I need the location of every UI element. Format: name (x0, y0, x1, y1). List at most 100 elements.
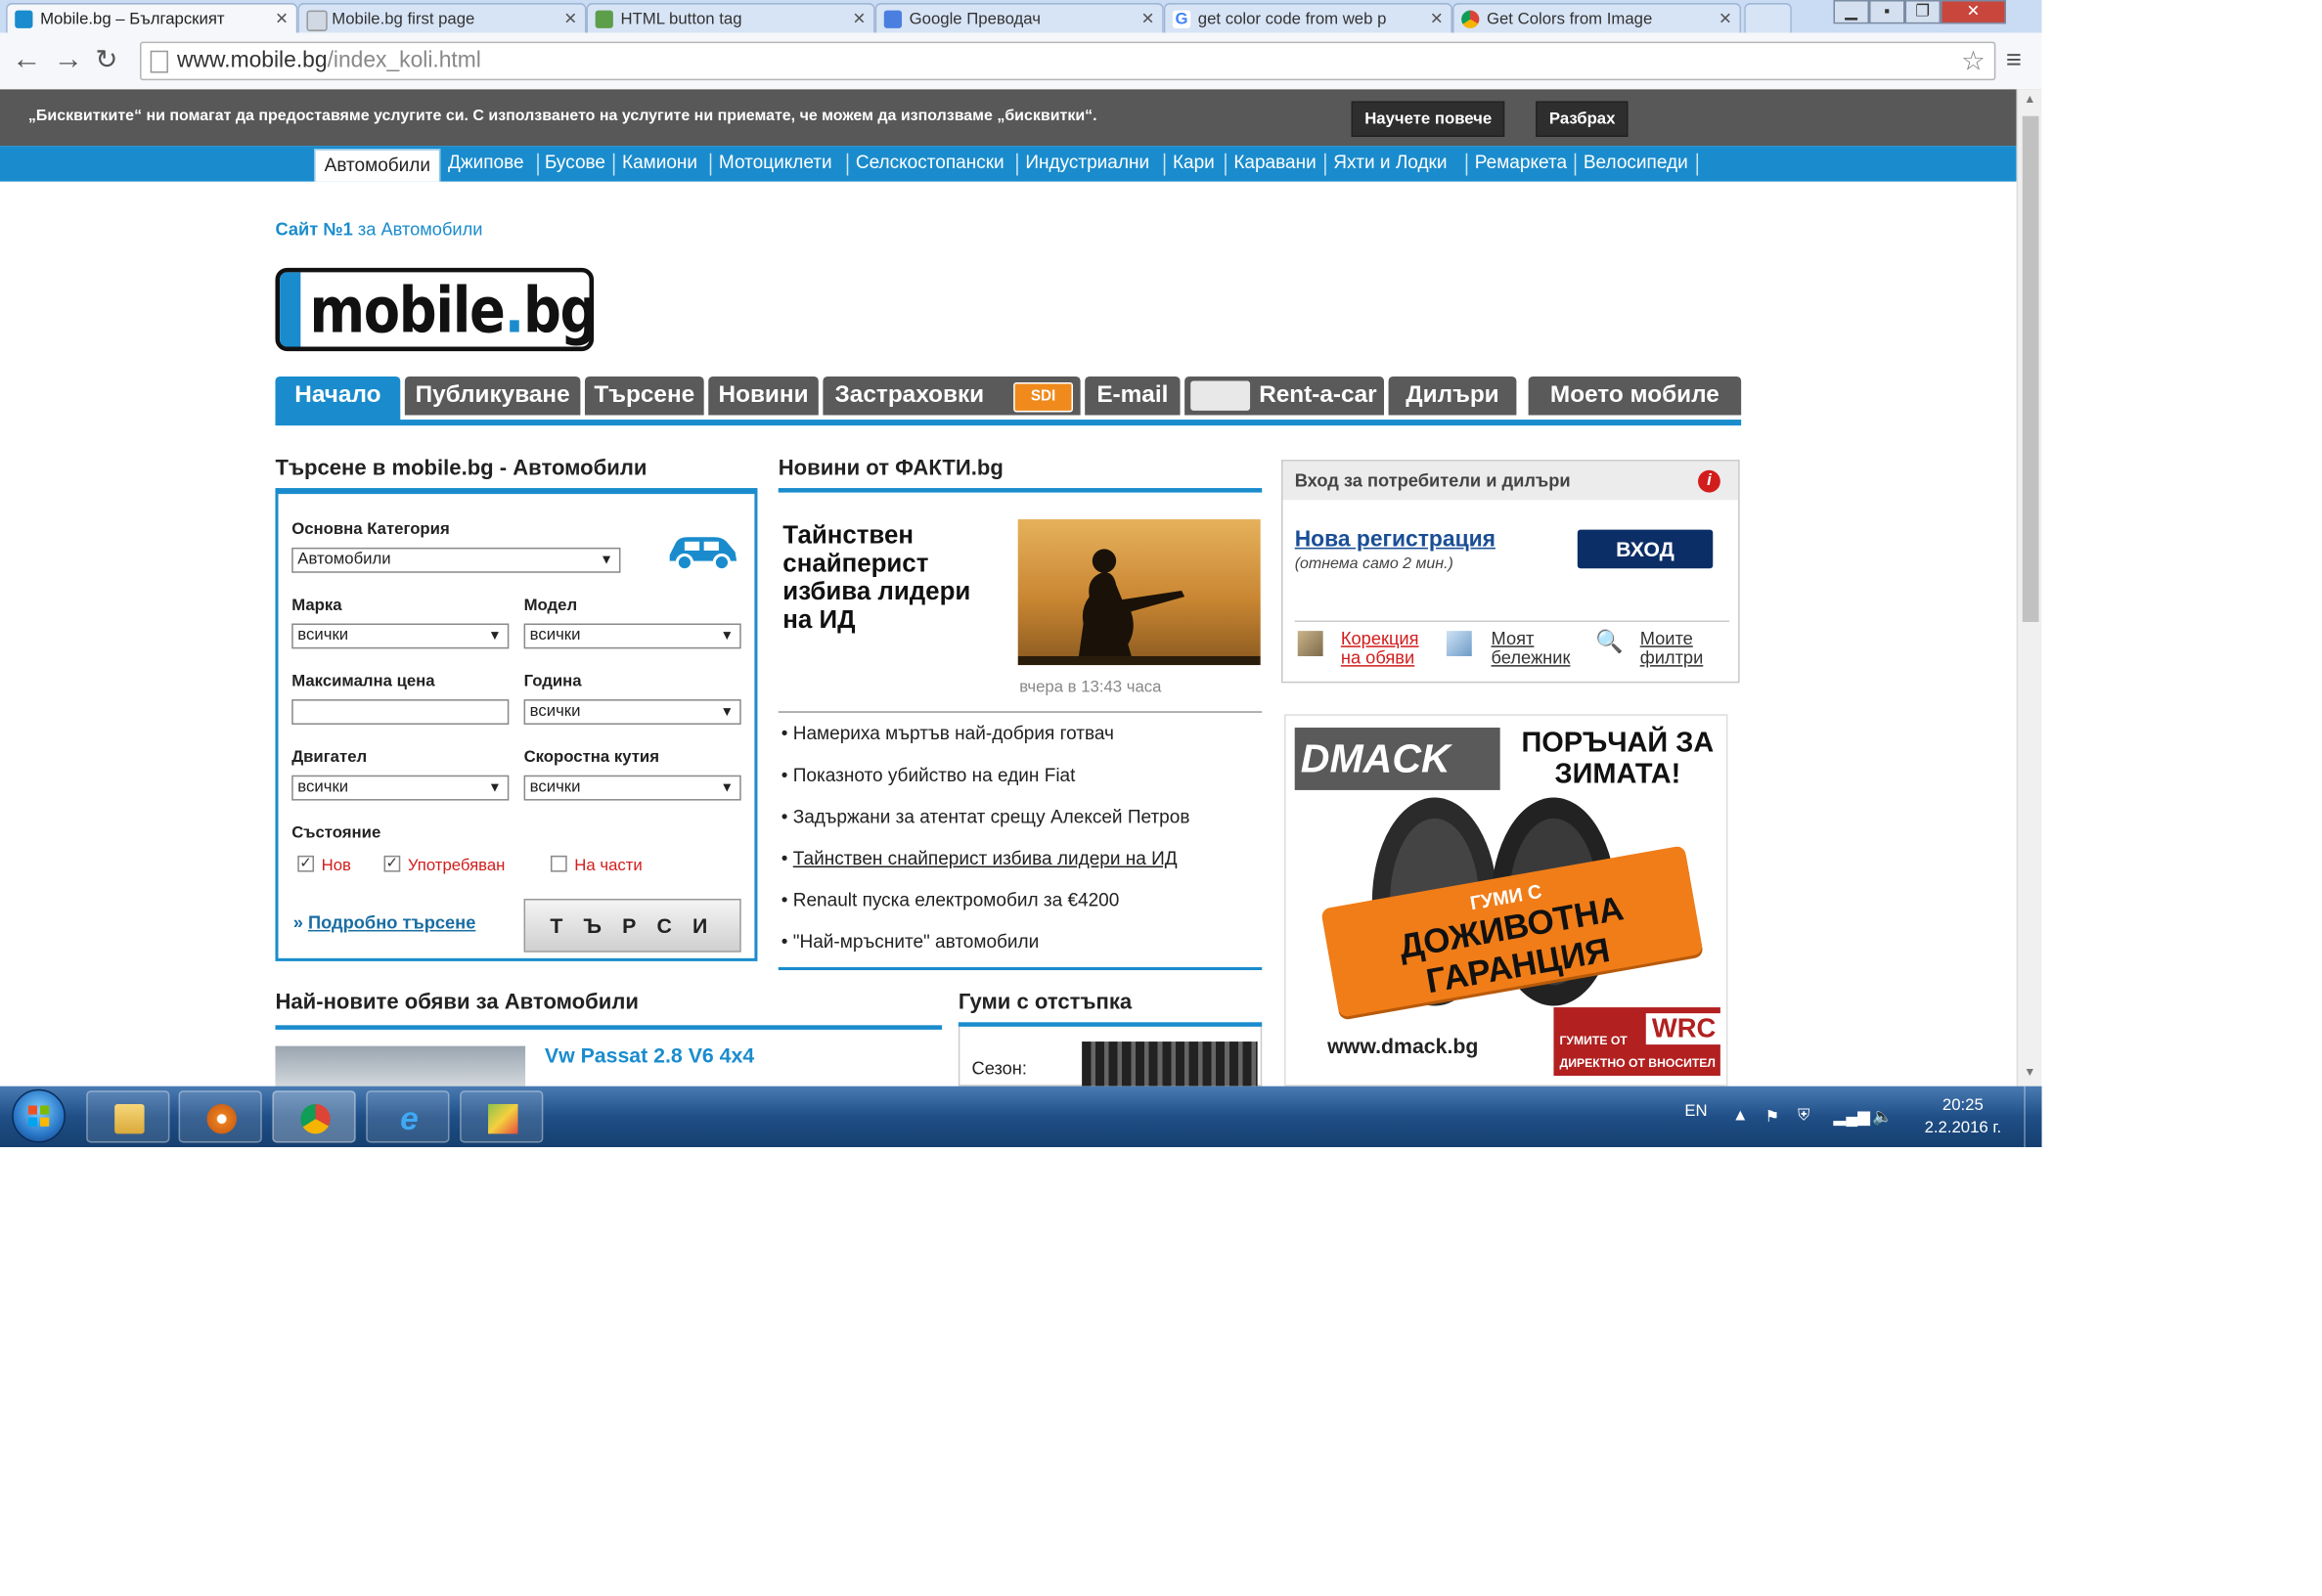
new-checkbox[interactable]: ✓ (297, 855, 315, 872)
main-category-select[interactable]: Автомобили ▼ (291, 547, 621, 573)
system-clock[interactable]: 20:25 2.2.2016 г. (1911, 1095, 2016, 1140)
forward-arrow-icon[interactable]: → (54, 45, 83, 74)
taskbar-file-explorer[interactable] (86, 1090, 170, 1143)
category-trailers[interactable]: Ремаркета (1475, 152, 1567, 172)
category-motorcycles[interactable]: Мотоциклети (719, 152, 832, 172)
taskbar-chrome[interactable] (272, 1090, 356, 1143)
close-window-button[interactable]: ✕ (1941, 0, 2006, 24)
bookmark-star-icon[interactable]: ☆ (1961, 43, 1986, 79)
news-item[interactable]: • Тайнствен снайперист избива лидери на … (781, 848, 1178, 868)
gearbox-select[interactable]: всички ▼ (523, 775, 741, 801)
info-icon[interactable]: i (1698, 469, 1720, 493)
show-desktop-button[interactable] (2024, 1086, 2041, 1148)
news-image[interactable] (1017, 519, 1261, 666)
category-cars-active[interactable]: Автомобили (314, 149, 441, 182)
category-yachts[interactable]: Яхти и Лодки (1333, 152, 1447, 172)
engine-label: Двигател (291, 748, 368, 767)
edit-ads-link[interactable]: Корекция на обяви (1341, 629, 1419, 669)
close-tab-icon[interactable]: ✕ (275, 5, 289, 33)
site-tagline: Сайт №1 за Автомобили (275, 219, 482, 240)
network-signal-icon[interactable]: ▂▄▆ (1833, 1107, 1870, 1127)
used-checkbox[interactable]: ✓ (383, 855, 401, 872)
news-item[interactable]: • "Най-мръсните" автомобили (781, 931, 1040, 952)
parts-checkbox[interactable] (550, 855, 567, 872)
news-item[interactable]: • Намериха мъртъв най-добрия готвач (781, 723, 1114, 743)
accept-cookies-button[interactable]: Разбрах (1536, 101, 1630, 137)
close-tab-icon[interactable]: ✕ (1719, 5, 1732, 33)
register-link[interactable]: Нова регистрация (1295, 527, 1496, 553)
close-tab-icon[interactable]: ✕ (563, 5, 577, 33)
tab-html-button[interactable]: HTML button tag ✕ (586, 3, 875, 33)
brand-select[interactable]: всички ▼ (291, 623, 510, 649)
nav-home[interactable]: Начало (275, 376, 401, 421)
news-item[interactable]: • Задържани за атентат срещу Алексей Пет… (781, 807, 1190, 827)
reload-icon[interactable]: ↻ (95, 45, 117, 74)
wrc-tag: ГУМИТЕ ОТ WRC ДИРЕКТНО ОТ ВНОСИТЕЛ (1553, 1007, 1722, 1077)
tire-image[interactable] (1082, 1042, 1258, 1086)
scroll-down-arrow-icon[interactable]: ▼ (2024, 1065, 2035, 1079)
tab-mobile-bg[interactable]: Mobile.bg – Българският ✕ (6, 3, 298, 33)
max-price-input[interactable] (291, 699, 510, 725)
tab-get-colors[interactable]: Get Colors from Image ✕ (1451, 3, 1742, 33)
taskbar-media-player[interactable] (178, 1090, 262, 1143)
close-tab-icon[interactable]: ✕ (852, 5, 866, 33)
advanced-search-link[interactable]: » Подробно търсене (293, 912, 476, 933)
model-select[interactable]: всички ▼ (523, 623, 741, 649)
nav-publish[interactable]: Публикуване (404, 376, 581, 416)
action-center-flag-icon[interactable]: ⚑ (1764, 1107, 1779, 1127)
scroll-up-arrow-icon[interactable]: ▲ (2024, 92, 2035, 106)
ad-headline-line1: ПОРЪЧАЙ ЗА (1521, 728, 1715, 759)
volume-speaker-icon[interactable]: 🔈 (1872, 1107, 1893, 1127)
mobile-bg-logo[interactable]: mobile.bg (275, 267, 595, 352)
close-tab-icon[interactable]: ✕ (1430, 5, 1444, 33)
nav-insurance[interactable]: Застраховки SDI (823, 376, 1081, 416)
windows-start-button[interactable] (12, 1088, 66, 1143)
engine-select[interactable]: всички ▼ (291, 775, 510, 801)
login-button[interactable]: ВХОД (1577, 529, 1714, 569)
taskbar-paint[interactable] (460, 1090, 544, 1143)
scrollbar-thumb[interactable] (2022, 115, 2039, 622)
tab-mobile-first-page[interactable]: Mobile.bg first page ✕ (297, 3, 587, 33)
close-tab-icon[interactable]: ✕ (1141, 5, 1155, 33)
learn-more-button[interactable]: Научете повече (1351, 101, 1505, 137)
nav-search[interactable]: Търсене (584, 376, 704, 416)
category-caravans[interactable]: Каравани (1233, 152, 1316, 172)
nav-dealers[interactable]: Дилъри (1388, 376, 1517, 416)
tab-google-search[interactable]: G get color code from web p ✕ (1163, 3, 1452, 33)
news-item[interactable]: • Показното убийство на един Fiat (781, 765, 1076, 785)
language-indicator[interactable]: EN (1684, 1102, 1707, 1120)
chrome-menu-icon[interactable]: ≡ (2006, 45, 2022, 74)
show-hidden-icons-icon[interactable]: ▲ (1732, 1107, 1749, 1125)
category-jeeps[interactable]: Джипове (448, 152, 524, 172)
back-arrow-icon[interactable]: ← (12, 45, 41, 74)
category-bicycles[interactable]: Велосипеди (1584, 152, 1688, 172)
chevron-down-icon: ▼ (720, 703, 735, 719)
maximize-window-button[interactable]: ❐ (1904, 0, 1942, 24)
tab-google-translate[interactable]: Google Преводач ✕ (874, 3, 1164, 33)
category-trucks[interactable]: Камиони (622, 152, 697, 172)
category-forklifts[interactable]: Кари (1173, 152, 1215, 172)
nav-email[interactable]: E-mail (1085, 376, 1181, 416)
news-headline[interactable]: Тайнствен снайперист избива лидери на ИД (782, 521, 1005, 635)
nav-news[interactable]: Новини (708, 376, 819, 416)
page-scrollbar[interactable]: ▲ ▼ (2016, 89, 2042, 1086)
minimize-window-button[interactable]: ▁ (1833, 0, 1870, 24)
my-filters-link[interactable]: Моите филтри (1640, 629, 1704, 669)
my-notebook-link[interactable]: Моят бележник (1492, 629, 1571, 669)
category-vans[interactable]: Бусове (545, 152, 605, 172)
security-shield-icon[interactable]: ⛨ (1798, 1107, 1810, 1127)
new-tab-button[interactable] (1744, 3, 1792, 33)
year-select[interactable]: всички ▼ (523, 699, 741, 725)
listing-thumbnail[interactable] (275, 1045, 526, 1086)
search-button[interactable]: Т Ъ Р С И (523, 898, 741, 953)
taskbar-internet-explorer[interactable]: e (366, 1090, 450, 1143)
nav-rent-a-car[interactable]: Rent-a-car (1184, 376, 1384, 416)
category-industrial[interactable]: Индустриални (1025, 152, 1149, 172)
address-bar[interactable]: www.mobile.bg/index_koli.html ☆ (140, 41, 1996, 81)
listing-title[interactable]: Vw Passat 2.8 V6 4x4 (545, 1043, 754, 1067)
news-item[interactable]: • Renault пуска електромобил за €4200 (781, 890, 1120, 910)
user-profile-button[interactable]: ▪ (1869, 0, 1905, 24)
dmack-ad-banner[interactable]: DMACK ПОРЪЧАЙ ЗА ЗИМАТА! ГУМИ С ДОЖИВОТНА… (1284, 714, 1728, 1086)
category-agricultural[interactable]: Селскостопански (856, 152, 1005, 172)
nav-my-mobile[interactable]: Моето мобиле (1528, 376, 1742, 416)
